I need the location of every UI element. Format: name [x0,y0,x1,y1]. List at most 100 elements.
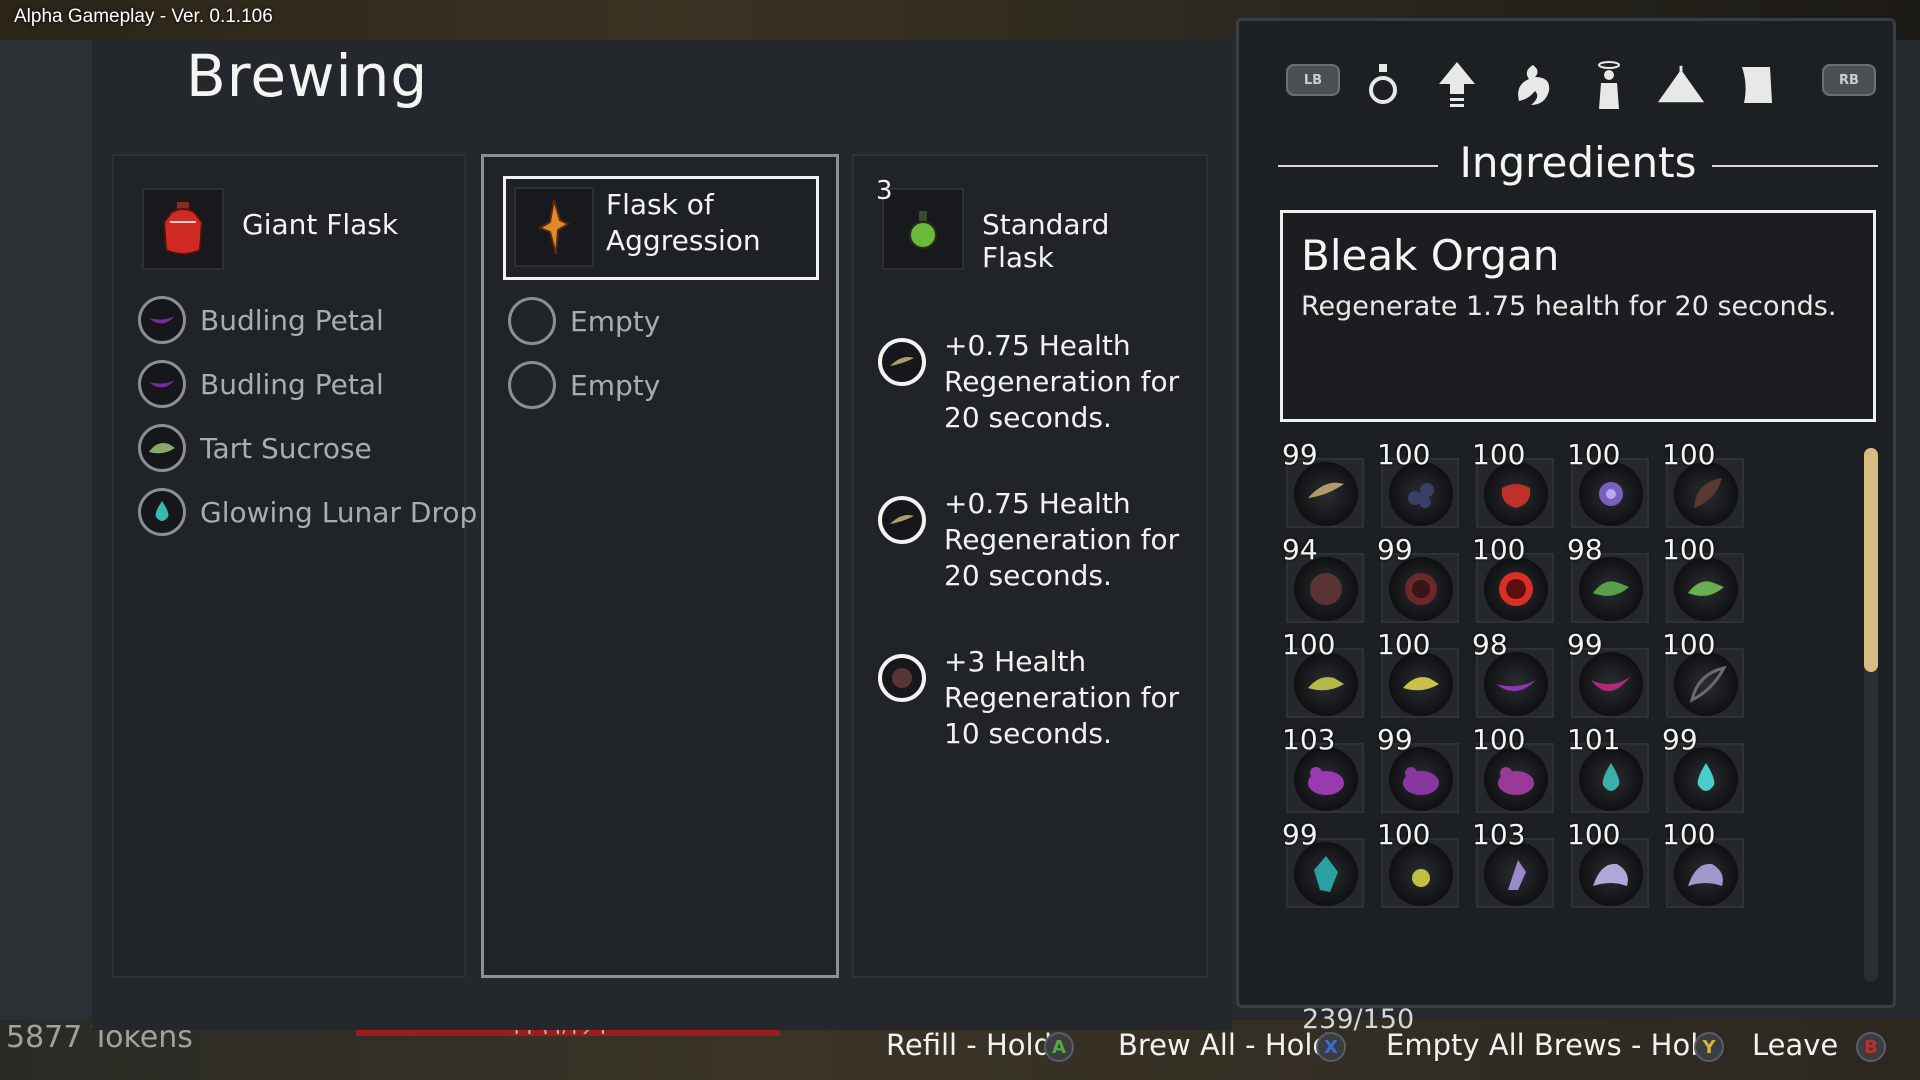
flask-effect: +0.75 Health Regeneration for 20 seconds… [878,328,1198,438]
lavender-shard-icon [1484,842,1548,906]
ingredient-quantity: 103 [1282,723,1336,756]
ingredient-quantity: 100 [1567,818,1621,851]
flask-header-selected[interactable]: Flask of Aggression [503,176,819,280]
refill-prompt[interactable]: Refill - Hold [886,1028,1052,1062]
ingredient-slot[interactable]: 101 [1565,723,1649,813]
yellow-leaf-icon [1294,652,1358,716]
yellow-seed-icon [1389,842,1453,906]
organ-icon [1294,557,1358,621]
ingredient-slot[interactable]: 100 [1565,442,1649,528]
ingredient-quantity: 100 [1662,628,1716,661]
yellow-leaf-icon [1389,652,1453,716]
ingredient-slot[interactable]: 98 [1565,533,1649,623]
ingredient-slot-empty[interactable]: Empty [508,359,818,411]
ingredient-slot[interactable]: Budling Petal [138,294,448,346]
ingredient-slot[interactable]: Glowing Lunar Drop [138,486,477,538]
ingredient-name: Bleak Organ [1301,231,1560,280]
ingredient-slot[interactable]: 100 [1375,818,1459,908]
scroll-tab-icon[interactable] [1732,56,1782,114]
statue-tab-icon[interactable] [1584,56,1634,114]
dark-leaf-icon [1674,462,1738,526]
slot-label: Tart Sucrose [200,431,372,465]
ingredient-quantity: 103 [1472,818,1526,851]
teal-crystal-icon [1294,842,1358,906]
ingredient-quantity: 98 [1567,533,1603,566]
ingredient-slot[interactable]: 100 [1375,442,1459,528]
ingredient-slot[interactable]: 100 [1660,628,1744,718]
ingredient-slot[interactable]: 99 [1280,442,1364,528]
ingredient-slot[interactable]: 100 [1470,533,1554,623]
ingredient-detail: Bleak Organ Regenerate 1.75 health for 2… [1280,210,1876,422]
ingredient-slot[interactable]: 99 [1375,533,1459,623]
lb-button[interactable]: LB [1286,64,1340,96]
ingredient-quantity: 100 [1472,723,1526,756]
leave-prompt[interactable]: Leave [1752,1028,1838,1062]
ingredient-slot[interactable]: 99 [1375,723,1459,813]
ingredient-quantity: 94 [1282,533,1318,566]
aggression-flask-icon [514,187,594,267]
empty-slot-icon [508,297,556,345]
empty-all-prompt[interactable]: Empty All Brews - Hold [1386,1028,1717,1062]
ingredient-slot[interactable]: 100 [1470,723,1554,813]
rb-button[interactable]: RB [1822,64,1876,96]
slot-label: Empty [570,304,661,338]
ingredient-slot[interactable]: 100 [1470,442,1554,528]
ingredient-slot[interactable]: 99 [1660,723,1744,813]
flask-effect: +3 Health Regeneration for 10 seconds. [878,644,1198,754]
ingredient-quantity: 100 [1662,818,1716,851]
ingredient-scrollbar[interactable] [1864,448,1878,982]
flask-effect: +0.75 Health Regeneration for 20 seconds… [878,486,1198,596]
ingredient-description: Regenerate 1.75 health for 20 seconds. [1301,291,1837,322]
lunar-drop-icon [138,488,186,536]
ingredient-slot[interactable]: 100 [1565,818,1649,908]
ingredient-slot[interactable]: 99 [1280,818,1364,908]
ingredient-quantity: 99 [1377,723,1413,756]
ingredient-slot[interactable]: 94 [1280,533,1364,623]
effect-text: +3 Health Regeneration for 10 seconds. [944,645,1180,750]
ingredient-slot[interactable]: Budling Petal [138,358,448,410]
x-button-icon: X [1316,1032,1346,1062]
ingredient-slot[interactable]: 100 [1280,628,1364,718]
flask-count: 3 [876,176,893,206]
game-world-left [0,40,92,1030]
flask-name: Standard Flask [982,208,1110,274]
ingredient-quantity: 100 [1662,533,1716,566]
ingredient-slot[interactable]: 100 [1660,818,1744,908]
ingredient-slot[interactable]: Tart Sucrose [138,422,448,474]
ingredient-slot[interactable]: 100 [1660,533,1744,623]
potion-tab-icon[interactable] [1358,56,1408,114]
flask-header[interactable]: Giant Flask [142,188,442,270]
effect-text: +0.75 Health Regeneration for 20 seconds… [944,329,1180,434]
feather-icon [878,496,926,544]
upgrade-arrow-tab-icon[interactable] [1432,56,1482,114]
ingredient-slot-empty[interactable]: Empty [508,295,818,347]
flask-column-standard[interactable]: 3 Standard Flask +0.75 Health Regenerati… [852,154,1208,978]
budling-petal-icon [138,296,186,344]
magenta-petal-icon [1579,652,1643,716]
page-title: Brewing [186,42,429,110]
ingredients-heading: Ingredients [1278,138,1878,194]
ingredient-slot[interactable]: 103 [1280,723,1364,813]
brew-all-prompt[interactable]: Brew All - Hold [1118,1028,1331,1062]
flask-column-giant[interactable]: Giant Flask Budling Petal Budling Petal … [112,154,477,978]
scrollbar-thumb[interactable] [1864,448,1878,673]
ingredient-slot[interactable]: 100 [1375,628,1459,718]
window-title: Alpha Gameplay - Ver. 0.1.106 [14,6,273,27]
feather-icon [878,338,926,386]
green-leaf-icon [1579,557,1643,621]
camp-tab-icon[interactable] [1656,56,1706,114]
dragon-tab-icon[interactable] [1508,56,1558,114]
grey-leaf-icon [1674,652,1738,716]
ingredient-slot[interactable]: 100 [1660,442,1744,528]
giant-flask-icon [142,188,224,270]
lavender-flower-icon [1674,842,1738,906]
ingredient-slot[interactable]: 99 [1565,628,1649,718]
feather-icon [1294,462,1358,526]
lunar-drop-icon [1674,747,1738,811]
purple-creature-icon [1294,747,1358,811]
ingredient-slot[interactable]: 98 [1470,628,1554,718]
ingredient-slot[interactable]: 103 [1470,818,1554,908]
ingredient-quantity: 101 [1567,723,1621,756]
flask-header[interactable]: 3 Standard Flask [876,176,1182,274]
flask-column-aggression[interactable]: Flask of Aggression Empty Empty [481,154,839,978]
